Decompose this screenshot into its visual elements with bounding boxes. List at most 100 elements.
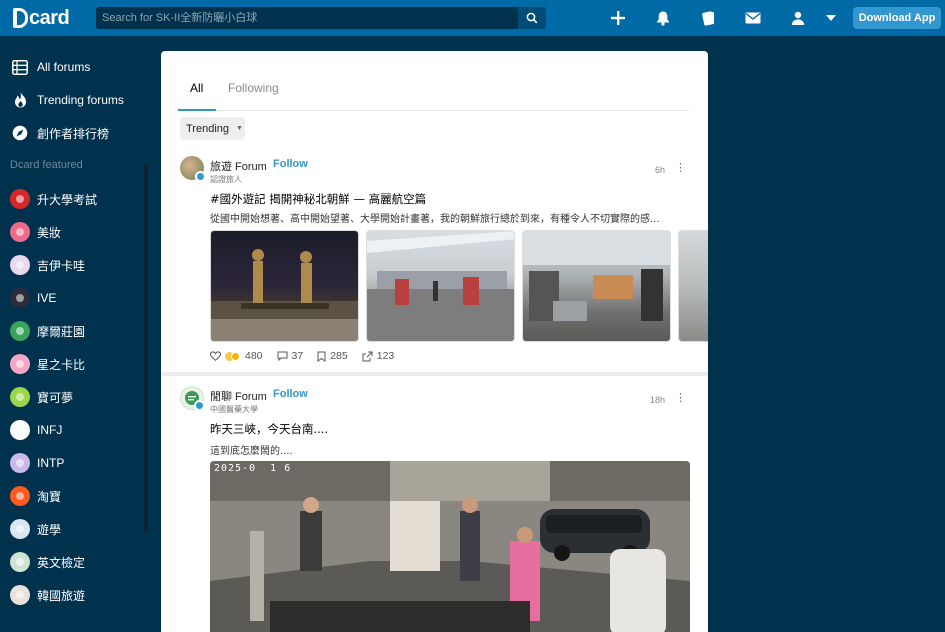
sort-label: Trending	[186, 122, 230, 135]
sidebar-item-featured-forum[interactable]: 摩爾莊園	[10, 318, 85, 344]
video-timestamp-overlay: 2025-0 1 6	[214, 463, 292, 474]
sidebar-item-label: 淘寶	[37, 489, 62, 504]
post-forum-name[interactable]: 閒聊 Forum	[210, 388, 267, 404]
post-stats: 480 37 285 123	[210, 350, 408, 362]
sidebar-scrollbar[interactable]	[144, 164, 148, 532]
sidebar-item-label: 遊學	[37, 522, 62, 537]
post-title[interactable]: 昨天三峽，今天台南....	[210, 421, 328, 437]
sidebar-item-label: 摩爾莊園	[37, 324, 86, 339]
bell-icon	[657, 11, 669, 26]
flame-icon	[10, 90, 30, 110]
post-excerpt[interactable]: 從國中開始想著、高中開始望著、大學開始計畫著，我的朝鮮旅行總於到來，有種令人不切…	[210, 210, 680, 225]
sort-dropdown[interactable]: Trending ▼	[180, 117, 245, 140]
top-nav-bar: Dcard Download App	[0, 0, 945, 36]
post-time: 6h	[655, 165, 666, 175]
sidebar-item-featured-forum[interactable]: 吉伊卡哇	[10, 252, 85, 278]
sidebar-item-label: INFJ	[37, 423, 63, 437]
sidebar-item-featured-forum[interactable]: 寶可夢	[10, 384, 73, 410]
comments-value: 37	[291, 350, 304, 362]
exam-icon	[10, 189, 30, 209]
sidebar-item-all-forums[interactable]: All forums	[10, 54, 90, 80]
follow-button[interactable]: Follow	[273, 158, 308, 170]
search-bar	[96, 7, 546, 29]
create-post-button[interactable]	[608, 8, 628, 28]
comments-count[interactable]: 37	[277, 350, 304, 362]
post-image[interactable]	[522, 230, 671, 342]
profile-button[interactable]	[788, 8, 808, 28]
heart-icon	[210, 351, 221, 361]
sidebar-item-label: 韓國旅遊	[37, 588, 86, 603]
verified-badge-icon	[194, 400, 205, 411]
account-menu-button[interactable]	[821, 8, 841, 28]
post-excerpt[interactable]: 這到底怎麼鬧的....	[210, 442, 680, 457]
avatar[interactable]	[180, 386, 205, 411]
notifications-button[interactable]	[653, 8, 673, 28]
dcard-logo[interactable]: Dcard	[13, 6, 70, 29]
tab-following[interactable]: Following	[228, 81, 279, 95]
shares-value: 123	[376, 350, 395, 362]
post-title[interactable]: #國外遊記 揭開神秘北朝鮮 — 高麗航空篇	[210, 191, 426, 207]
plus-icon	[611, 11, 625, 25]
post-forum-name[interactable]: 旅遊 Forum	[210, 158, 267, 174]
saves-value: 285	[330, 350, 348, 362]
comment-icon	[277, 351, 288, 361]
sidebar-item-featured-forum[interactable]: 升大學考試	[10, 186, 97, 212]
follow-button[interactable]: Follow	[273, 388, 308, 400]
download-app-button[interactable]: Download App	[853, 7, 941, 29]
post-image[interactable]	[678, 230, 708, 342]
avatar[interactable]	[180, 156, 206, 182]
dcard-logo-text: card	[29, 6, 70, 29]
sidebar-item-featured-forum[interactable]: 淘寶	[10, 483, 61, 509]
post-author: 認證旅人	[210, 175, 242, 184]
sidebar-item-label: All forums	[37, 60, 91, 74]
pokemon-icon	[10, 387, 30, 407]
sidebar-item-label: 美妝	[37, 225, 62, 240]
sidebar-item-featured-forum[interactable]: 美妝	[10, 219, 61, 245]
kirby-icon	[10, 354, 30, 374]
ive-icon	[10, 288, 30, 308]
sidebar-item-label: 星之卡比	[37, 357, 86, 372]
post-image-gallery	[210, 230, 708, 343]
tab-all[interactable]: All	[190, 81, 203, 95]
post-image[interactable]	[366, 230, 515, 342]
more-options-icon[interactable]: ⋮	[675, 162, 686, 173]
post-time: 18h	[650, 395, 666, 405]
sidebar-item-label: Trending forums	[37, 93, 124, 107]
sidebar-item-featured-forum[interactable]: INTP	[10, 450, 64, 476]
post-video-thumbnail[interactable]: 2025-0 1 6	[210, 461, 690, 632]
search-icon	[526, 12, 538, 24]
feed-panel: All Following Trending ▼ 旅遊 Forum Follow…	[161, 51, 708, 632]
sidebar-item-creator-ranking[interactable]: 創作者排行榜	[10, 120, 109, 146]
sidebar-item-label: 升大學考試	[37, 192, 98, 207]
taobao-icon	[10, 486, 30, 506]
list-icon	[10, 57, 30, 77]
english-test-icon	[10, 552, 30, 572]
card-button[interactable]	[698, 8, 718, 28]
chiikawa-icon	[10, 255, 30, 275]
sidebar-item-label: 吉伊卡哇	[37, 258, 86, 273]
sidebar-item-featured-forum[interactable]: 星之卡比	[10, 351, 85, 377]
sidebar-item-label: IVE	[37, 291, 57, 305]
saves-count[interactable]: 285	[317, 350, 348, 362]
mole-icon	[10, 321, 30, 341]
sidebar-item-label: 寶可夢	[37, 390, 74, 405]
sidebar: All forums Trending forums 創作者排行榜 Dcard …	[0, 36, 152, 632]
sidebar-item-trending-forums[interactable]: Trending forums	[10, 87, 124, 113]
reactions-count[interactable]: 480	[210, 350, 263, 362]
dcard-logo-mark: D	[13, 8, 28, 28]
sidebar-section-title: Dcard featured	[10, 159, 83, 171]
sidebar-item-featured-forum[interactable]: 遊學	[10, 516, 61, 542]
more-options-icon[interactable]: ⋮	[675, 392, 686, 403]
post-image[interactable]	[210, 230, 359, 342]
chevron-down-icon	[826, 15, 836, 21]
search-input[interactable]	[96, 7, 518, 29]
search-button[interactable]	[518, 7, 546, 29]
user-icon	[791, 11, 805, 25]
messages-button[interactable]	[743, 8, 763, 28]
sidebar-item-featured-forum[interactable]: 韓國旅遊	[10, 582, 85, 608]
sidebar-item-featured-forum[interactable]: 英文檢定	[10, 549, 85, 575]
sidebar-item-featured-forum[interactable]: INFJ	[10, 417, 62, 443]
sidebar-item-featured-forum[interactable]: IVE	[10, 285, 56, 311]
caret-down-icon: ▼	[236, 125, 243, 132]
shares-count[interactable]: 123	[362, 350, 395, 362]
